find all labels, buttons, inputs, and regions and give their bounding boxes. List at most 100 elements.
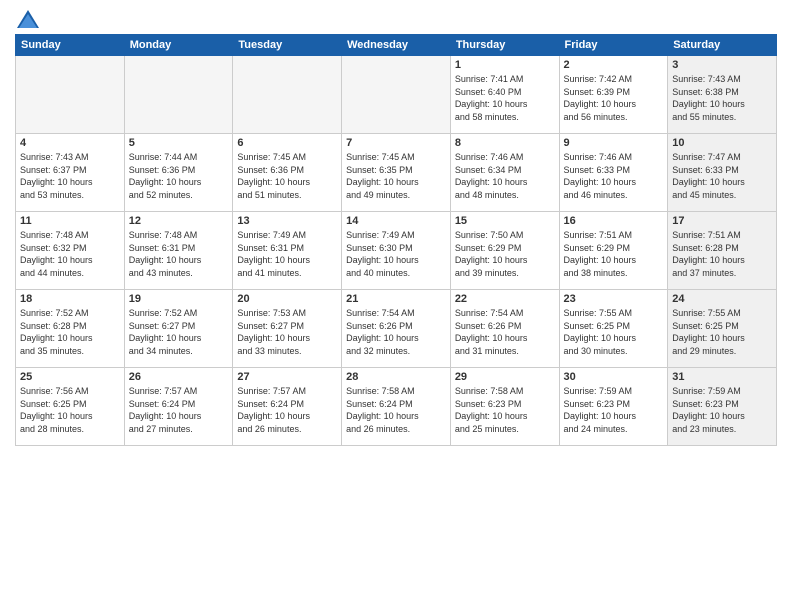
calendar-cell: 3 Sunrise: 7:43 AM Sunset: 6:38 PM Daylig…	[668, 56, 777, 134]
calendar-cell: 1 Sunrise: 7:41 AM Sunset: 6:40 PM Daylig…	[450, 56, 559, 134]
day-info: Sunrise: 7:45 AM Sunset: 6:35 PM Dayligh…	[346, 151, 446, 201]
calendar-cell: 24 Sunrise: 7:55 AM Sunset: 6:25 PM Dayli…	[668, 290, 777, 368]
day-number: 22	[455, 293, 555, 305]
calendar-cell: 4 Sunrise: 7:43 AM Sunset: 6:37 PM Daylig…	[16, 134, 125, 212]
calendar-header-row: SundayMondayTuesdayWednesdayThursdayFrid…	[16, 35, 777, 56]
calendar-cell: 17Sunrise: 7:51 AM Sunset: 6:28 PM Dayli…	[668, 212, 777, 290]
day-info: Sunrise: 7:55 AM Sunset: 6:25 PM Dayligh…	[672, 307, 772, 357]
calendar-cell: 10 Sunrise: 7:47 AM Sunset: 6:33 PM Dayli…	[668, 134, 777, 212]
calendar-cell: 12Sunrise: 7:48 AM Sunset: 6:31 PM Dayli…	[124, 212, 233, 290]
week-row-3: 11 Sunrise: 7:48 AM Sunset: 6:32 PM Dayli…	[16, 212, 777, 290]
column-header-thursday: Thursday	[450, 35, 559, 56]
day-info: Sunrise: 7:57 AM Sunset: 6:24 PM Dayligh…	[129, 385, 229, 435]
calendar-cell: 11 Sunrise: 7:48 AM Sunset: 6:32 PM Dayli…	[16, 212, 125, 290]
calendar-cell: 14 Sunrise: 7:49 AM Sunset: 6:30 PM Dayli…	[342, 212, 451, 290]
day-info: Sunrise: 7:59 AM Sunset: 6:23 PM Dayligh…	[672, 385, 772, 435]
day-info: Sunrise: 7:58 AM Sunset: 6:23 PM Dayligh…	[455, 385, 555, 435]
calendar-cell	[233, 56, 342, 134]
calendar-cell: 28 Sunrise: 7:58 AM Sunset: 6:24 PM Dayli…	[342, 368, 451, 446]
day-number: 13	[237, 215, 337, 227]
day-info: Sunrise: 7:49 AM Sunset: 6:31 PM Dayligh…	[237, 229, 337, 279]
calendar-cell: 22 Sunrise: 7:54 AM Sunset: 6:26 PM Dayli…	[450, 290, 559, 368]
day-number: 31	[672, 371, 772, 383]
day-info: Sunrise: 7:45 AM Sunset: 6:36 PM Dayligh…	[237, 151, 337, 201]
week-row-4: 18 Sunrise: 7:52 AM Sunset: 6:28 PM Dayli…	[16, 290, 777, 368]
day-number: 23	[564, 293, 664, 305]
page: SundayMondayTuesdayWednesdayThursdayFrid…	[0, 0, 792, 612]
day-info: Sunrise: 7:43 AM Sunset: 6:37 PM Dayligh…	[20, 151, 120, 201]
day-number: 2	[564, 59, 664, 71]
day-number: 19	[129, 293, 229, 305]
calendar-cell: 23Sunrise: 7:55 AM Sunset: 6:25 PM Dayli…	[559, 290, 668, 368]
day-number: 11	[20, 215, 120, 227]
logo-icon	[17, 10, 39, 28]
day-info: Sunrise: 7:57 AM Sunset: 6:24 PM Dayligh…	[237, 385, 337, 435]
day-info: Sunrise: 7:58 AM Sunset: 6:24 PM Dayligh…	[346, 385, 446, 435]
day-info: Sunrise: 7:54 AM Sunset: 6:26 PM Dayligh…	[346, 307, 446, 357]
calendar-cell: 13 Sunrise: 7:49 AM Sunset: 6:31 PM Dayli…	[233, 212, 342, 290]
day-number: 4	[20, 137, 120, 149]
calendar-cell: 15Sunrise: 7:50 AM Sunset: 6:29 PM Dayli…	[450, 212, 559, 290]
day-number: 7	[346, 137, 446, 149]
calendar-cell: 20 Sunrise: 7:53 AM Sunset: 6:27 PM Dayli…	[233, 290, 342, 368]
day-number: 20	[237, 293, 337, 305]
day-info: Sunrise: 7:46 AM Sunset: 6:33 PM Dayligh…	[564, 151, 664, 201]
day-info: Sunrise: 7:48 AM Sunset: 6:32 PM Dayligh…	[20, 229, 120, 279]
day-info: Sunrise: 7:51 AM Sunset: 6:29 PM Dayligh…	[564, 229, 664, 279]
day-info: Sunrise: 7:59 AM Sunset: 6:23 PM Dayligh…	[564, 385, 664, 435]
day-number: 15	[455, 215, 555, 227]
day-number: 18	[20, 293, 120, 305]
day-number: 21	[346, 293, 446, 305]
calendar-cell: 19Sunrise: 7:52 AM Sunset: 6:27 PM Dayli…	[124, 290, 233, 368]
day-number: 8	[455, 137, 555, 149]
calendar-cell: 5 Sunrise: 7:44 AM Sunset: 6:36 PM Daylig…	[124, 134, 233, 212]
day-number: 28	[346, 371, 446, 383]
day-number: 14	[346, 215, 446, 227]
day-info: Sunrise: 7:53 AM Sunset: 6:27 PM Dayligh…	[237, 307, 337, 357]
column-header-wednesday: Wednesday	[342, 35, 451, 56]
calendar-cell: 18 Sunrise: 7:52 AM Sunset: 6:28 PM Dayli…	[16, 290, 125, 368]
calendar-cell: 29 Sunrise: 7:58 AM Sunset: 6:23 PM Dayli…	[450, 368, 559, 446]
day-number: 9	[564, 137, 664, 149]
day-info: Sunrise: 7:43 AM Sunset: 6:38 PM Dayligh…	[672, 73, 772, 123]
day-info: Sunrise: 7:42 AM Sunset: 6:39 PM Dayligh…	[564, 73, 664, 123]
calendar-cell: 27 Sunrise: 7:57 AM Sunset: 6:24 PM Dayli…	[233, 368, 342, 446]
day-number: 26	[129, 371, 229, 383]
calendar-cell	[124, 56, 233, 134]
calendar: SundayMondayTuesdayWednesdayThursdayFrid…	[15, 34, 777, 446]
day-info: Sunrise: 7:54 AM Sunset: 6:26 PM Dayligh…	[455, 307, 555, 357]
calendar-cell: 21 Sunrise: 7:54 AM Sunset: 6:26 PM Dayli…	[342, 290, 451, 368]
column-header-tuesday: Tuesday	[233, 35, 342, 56]
day-number: 10	[672, 137, 772, 149]
day-number: 29	[455, 371, 555, 383]
calendar-cell: 26 Sunrise: 7:57 AM Sunset: 6:24 PM Dayli…	[124, 368, 233, 446]
day-info: Sunrise: 7:41 AM Sunset: 6:40 PM Dayligh…	[455, 73, 555, 123]
week-row-5: 25Sunrise: 7:56 AM Sunset: 6:25 PM Dayli…	[16, 368, 777, 446]
calendar-cell	[16, 56, 125, 134]
day-info: Sunrise: 7:44 AM Sunset: 6:36 PM Dayligh…	[129, 151, 229, 201]
day-info: Sunrise: 7:52 AM Sunset: 6:28 PM Dayligh…	[20, 307, 120, 357]
day-number: 16	[564, 215, 664, 227]
day-number: 1	[455, 59, 555, 71]
day-info: Sunrise: 7:48 AM Sunset: 6:31 PM Dayligh…	[129, 229, 229, 279]
day-info: Sunrise: 7:49 AM Sunset: 6:30 PM Dayligh…	[346, 229, 446, 279]
day-number: 30	[564, 371, 664, 383]
day-number: 25	[20, 371, 120, 383]
day-info: Sunrise: 7:47 AM Sunset: 6:33 PM Dayligh…	[672, 151, 772, 201]
day-number: 5	[129, 137, 229, 149]
day-info: Sunrise: 7:51 AM Sunset: 6:28 PM Dayligh…	[672, 229, 772, 279]
header	[15, 10, 777, 28]
calendar-cell: 7 Sunrise: 7:45 AM Sunset: 6:35 PM Daylig…	[342, 134, 451, 212]
day-number: 3	[672, 59, 772, 71]
column-header-monday: Monday	[124, 35, 233, 56]
calendar-cell: 31 Sunrise: 7:59 AM Sunset: 6:23 PM Dayli…	[668, 368, 777, 446]
day-number: 24	[672, 293, 772, 305]
column-header-friday: Friday	[559, 35, 668, 56]
column-header-saturday: Saturday	[668, 35, 777, 56]
week-row-2: 4 Sunrise: 7:43 AM Sunset: 6:37 PM Daylig…	[16, 134, 777, 212]
calendar-cell: 30 Sunrise: 7:59 AM Sunset: 6:23 PM Dayli…	[559, 368, 668, 446]
calendar-cell: 9 Sunrise: 7:46 AM Sunset: 6:33 PM Daylig…	[559, 134, 668, 212]
day-number: 27	[237, 371, 337, 383]
calendar-cell: 8Sunrise: 7:46 AM Sunset: 6:34 PM Daylig…	[450, 134, 559, 212]
week-row-1: 1 Sunrise: 7:41 AM Sunset: 6:40 PM Daylig…	[16, 56, 777, 134]
